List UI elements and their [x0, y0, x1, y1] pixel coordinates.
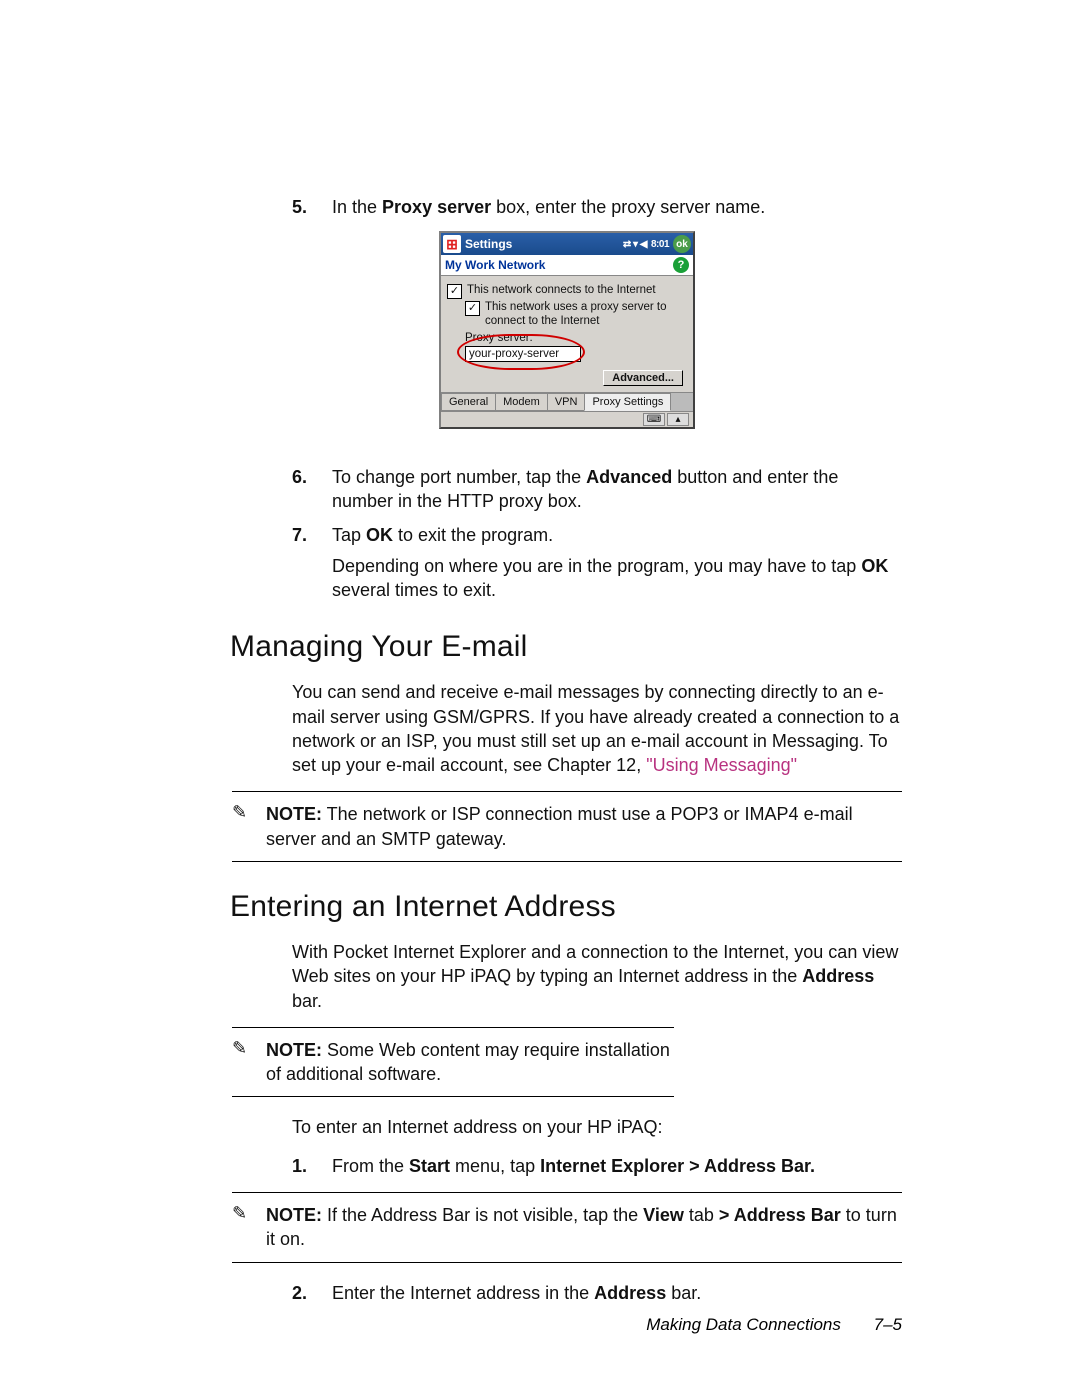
note-label: NOTE: [266, 1205, 322, 1225]
text-bold: Internet Explorer > Address Bar. [540, 1156, 815, 1176]
pda-title: Settings [465, 237, 623, 251]
step-2: 2. Enter the Internet address in the Add… [292, 1281, 902, 1305]
footer-chapter: Making Data Connections [646, 1315, 841, 1334]
checkbox-row-1: ✓ This network connects to the Internet [447, 284, 687, 299]
button-row: Advanced... [447, 370, 683, 384]
text: bar. [666, 1283, 701, 1303]
text: From the [332, 1156, 409, 1176]
step-content: To change port number, tap the Advanced … [332, 465, 902, 514]
help-icon[interactable]: ? [673, 257, 689, 273]
step-number: 7. [292, 523, 332, 602]
step-1: 1. From the Start menu, tap Internet Exp… [292, 1154, 902, 1178]
step-content: Tap OK to exit the program. Depending on… [332, 523, 902, 602]
advanced-button[interactable]: Advanced... [603, 370, 683, 386]
step-number: 5. [292, 195, 332, 219]
note-icon: ✎ [232, 802, 266, 851]
text: To change port number, tap the [332, 467, 586, 487]
text: several times to exit. [332, 580, 496, 600]
paragraph: You can send and receive e-mail messages… [292, 680, 902, 777]
footer-page: 7–5 [874, 1315, 902, 1334]
proxy-label: Proxy server: [465, 332, 687, 344]
note-icon: ✎ [232, 1203, 266, 1252]
text: Enter the Internet address in the [332, 1283, 594, 1303]
pda-subheader: My Work Network ? [441, 255, 693, 276]
text-bold: Address [802, 966, 874, 986]
note-label: NOTE: [266, 804, 322, 824]
pda-tabs: General Modem VPN Proxy Settings [441, 392, 693, 411]
step-number: 6. [292, 465, 332, 514]
text: menu, tap [450, 1156, 540, 1176]
note-block: ✎ NOTE: Some Web content may require ins… [232, 1027, 674, 1098]
clock: 8:01 [651, 239, 669, 250]
tab-vpn[interactable]: VPN [547, 393, 586, 411]
subheader-text: My Work Network [445, 258, 545, 272]
text: The network or ISP connection must use a… [266, 804, 853, 848]
text: to exit the program. [393, 525, 553, 545]
text: Depending on where you are in the progra… [332, 556, 861, 576]
text-bold: OK [366, 525, 393, 545]
heading-managing-email: Managing Your E-mail [230, 630, 902, 664]
checkbox-row-2: ✓ This network uses a proxy server to co… [465, 301, 687, 327]
text: If the Address Bar is not visible, tap t… [322, 1205, 643, 1225]
text: Tap [332, 525, 366, 545]
text-bold: View [643, 1205, 684, 1225]
text: In the [332, 197, 382, 217]
text-bold: Address [594, 1283, 666, 1303]
note-icon: ✎ [232, 1038, 266, 1087]
tab-modem[interactable]: Modem [495, 393, 548, 411]
text: tab [684, 1205, 719, 1225]
step-content: Enter the Internet address in the Addres… [332, 1281, 902, 1305]
proxy-input[interactable]: your-proxy-server [465, 346, 581, 362]
paragraph: To enter an Internet address on your HP … [292, 1115, 902, 1139]
document-page: 5. In the Proxy server box, enter the pr… [0, 0, 1080, 1397]
checkbox[interactable]: ✓ [465, 301, 480, 316]
checkbox-label: This network connects to the Internet [467, 284, 687, 297]
text-bold: Advanced [586, 467, 672, 487]
keyboard-icon[interactable]: ⌨ [643, 413, 665, 426]
step-number: 2. [292, 1281, 332, 1305]
note-block: ✎ NOTE: If the Address Bar is not visibl… [232, 1192, 902, 1263]
checkbox[interactable]: ✓ [447, 284, 462, 299]
up-icon[interactable]: ▴ [667, 413, 689, 426]
link-using-messaging[interactable]: "Using Messaging" [646, 755, 797, 775]
step-5: 5. In the Proxy server box, enter the pr… [292, 195, 902, 219]
ok-button[interactable]: ok [673, 235, 691, 253]
text: You can send and receive e-mail messages… [292, 682, 899, 775]
note-label: NOTE: [266, 1040, 322, 1060]
start-icon[interactable]: ⊞ [443, 235, 461, 253]
pda-sip-bar: ⌨ ▴ [441, 411, 693, 427]
text-bold: Proxy server [382, 197, 491, 217]
text-bold: > Address Bar [719, 1205, 841, 1225]
page-footer: Making Data Connections 7–5 [646, 1315, 902, 1335]
heading-entering-address: Entering an Internet Address [230, 890, 902, 924]
note-block: ✎ NOTE: The network or ISP connection mu… [232, 791, 902, 862]
text: Some Web content may require installatio… [266, 1040, 670, 1084]
text-bold: OK [861, 556, 888, 576]
step-content: In the Proxy server box, enter the proxy… [332, 195, 902, 219]
pda-screenshot: ⊞ Settings ⇄ ▾ ◀ 8:01 ok My Work Network… [439, 231, 695, 428]
note-text: NOTE: If the Address Bar is not visible,… [266, 1203, 902, 1252]
step-6: 6. To change port number, tap the Advanc… [292, 465, 902, 514]
paragraph: With Pocket Internet Explorer and a conn… [292, 940, 902, 1013]
text-bold: Start [409, 1156, 450, 1176]
text: box, enter the proxy server name. [491, 197, 765, 217]
step-7: 7. Tap OK to exit the program. Depending… [292, 523, 902, 602]
tab-general[interactable]: General [441, 393, 496, 411]
text: bar. [292, 991, 322, 1011]
note-text: NOTE: The network or ISP connection must… [266, 802, 902, 851]
signal-icon: ⇄ ▾ ◀ [623, 239, 647, 250]
pda-body: ✓ This network connects to the Internet … [441, 276, 693, 391]
tab-proxy-settings[interactable]: Proxy Settings [584, 393, 671, 411]
pda-titlebar: ⊞ Settings ⇄ ▾ ◀ 8:01 ok [441, 233, 693, 255]
step-content: From the Start menu, tap Internet Explor… [332, 1154, 902, 1178]
checkbox-label: This network uses a proxy server to conn… [485, 301, 687, 327]
step-number: 1. [292, 1154, 332, 1178]
note-text: NOTE: Some Web content may require insta… [266, 1038, 674, 1087]
